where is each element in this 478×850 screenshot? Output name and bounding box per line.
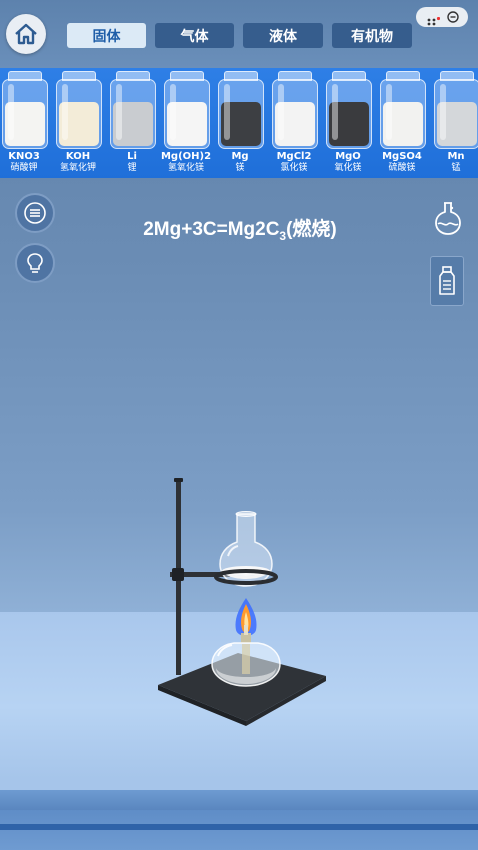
reagent-formula: Mn: [447, 151, 465, 162]
menu-icon: [24, 202, 46, 224]
flask-button[interactable]: [428, 198, 468, 238]
reagent-jar[interactable]: Li 锂: [108, 71, 156, 175]
home-button[interactable]: [6, 14, 46, 54]
round-bottom-flask[interactable]: [219, 511, 273, 587]
top-bar: 固体 气体 液体 有机物: [0, 0, 478, 68]
menu-button[interactable]: [15, 193, 55, 233]
hint-button[interactable]: [15, 243, 55, 283]
reaction-equation: 2Mg+3C=Mg2C3(燃烧): [143, 219, 337, 243]
reagent-jar[interactable]: MgO 氧化镁: [324, 71, 372, 175]
more-icon[interactable]: [426, 12, 440, 26]
reagent-jar[interactable]: Mg(OH)2 氢氧化镁: [161, 71, 211, 175]
tab-solid[interactable]: 固体: [67, 23, 146, 48]
bottle-icon: [439, 266, 455, 295]
reagent-jar[interactable]: MgCl2 氯化镁: [270, 71, 318, 175]
lightbulb-icon: [27, 253, 43, 273]
reagent-bottle-button[interactable]: [430, 256, 464, 306]
apparatus[interactable]: [150, 478, 340, 728]
tab-gas[interactable]: 气体: [155, 23, 234, 48]
reagent-jar[interactable]: KOH 氢氧化钾: [54, 71, 102, 175]
alcohol-lamp[interactable]: [211, 625, 281, 687]
tab-organic[interactable]: 有机物: [332, 23, 412, 48]
reagent-jar[interactable]: MgSO4 硫酸镁: [378, 71, 426, 175]
bench-edge: [0, 790, 478, 810]
tab-liquid[interactable]: 液体: [243, 23, 323, 48]
reagent-jar[interactable]: Mg 镁: [216, 71, 264, 175]
close-circle-icon[interactable]: [446, 8, 459, 27]
reagent-shelf: KNO3 硝酸钾 KOH 氢氧化钾 Li 锂 Mg(OH)2 氢氧化镁 Mg 镁…: [0, 68, 478, 178]
reagent-jar[interactable]: KNO3 硝酸钾: [0, 71, 48, 175]
flask-icon: [435, 202, 461, 235]
mini-program-capsule: [416, 7, 468, 27]
bench-front: [0, 810, 478, 850]
reagent-jar[interactable]: Mn 锰: [432, 71, 478, 175]
reagent-name: 锰: [451, 163, 461, 173]
home-icon: [15, 23, 37, 45]
